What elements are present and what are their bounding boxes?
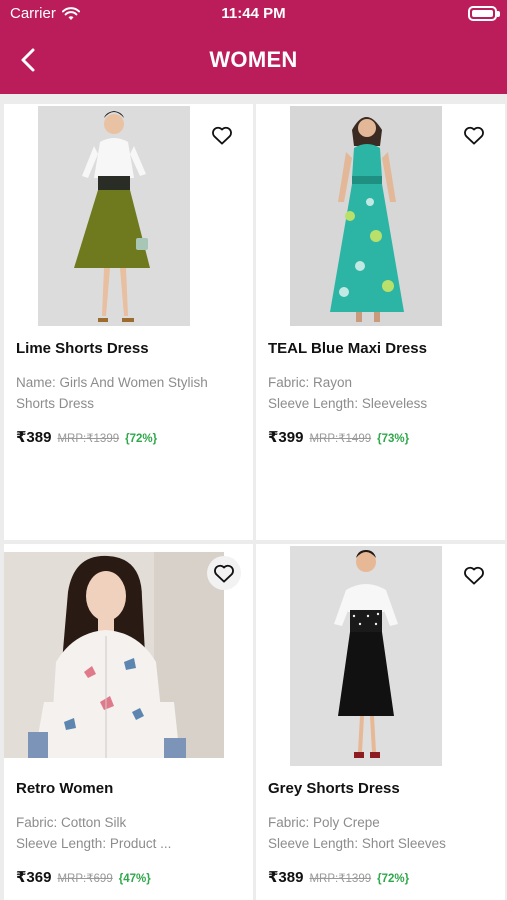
product-card[interactable]: Retro Women Fabric: Cotton Silk Sleeve L…	[4, 544, 253, 900]
product-detail-line: Sleeve Length: Short Sleeves	[268, 836, 446, 851]
heart-outline-icon	[212, 126, 232, 145]
product-name[interactable]: Lime Shorts Dress	[16, 340, 149, 357]
discount-badge: {47%}	[118, 873, 151, 885]
product-details: Fabric: Poly Crepe Sleeve Length: Short …	[268, 812, 500, 854]
product-name[interactable]: Retro Women	[16, 780, 113, 797]
product-card[interactable]: Grey Shorts Dress Fabric: Poly Crepe Sle…	[256, 544, 505, 900]
mrp-price: MRP:₹699	[57, 873, 113, 885]
product-detail-line: Name: Girls And Women Stylish	[16, 375, 208, 390]
mrp-price: MRP:₹1499	[309, 433, 372, 445]
product-image-area	[256, 104, 505, 326]
sale-price: ₹369	[16, 869, 52, 886]
product-details: Fabric: Cotton Silk Sleeve Length: Produ…	[16, 812, 248, 854]
mrp-price: MRP:₹1399	[309, 873, 372, 885]
heart-outline-icon	[464, 566, 484, 585]
battery-icon	[468, 6, 500, 21]
discount-badge: {73%}	[377, 433, 410, 445]
app-screen: Carrier 11:44 PM WOMEN Lime Shorts Dress…	[0, 0, 507, 900]
mrp-price: MRP:₹1399	[57, 433, 120, 445]
nav-bar: WOMEN	[0, 38, 507, 82]
heart-outline-icon	[464, 126, 484, 145]
price-row: ₹369 MRP:₹699 {47%}	[16, 868, 151, 886]
product-detail-line: Sleeve Length: Sleeveless	[268, 396, 428, 411]
product-card[interactable]: Lime Shorts Dress Name: Girls And Women …	[4, 104, 253, 540]
sale-price: ₹399	[268, 429, 304, 446]
product-detail-line: Shorts Dress	[16, 396, 95, 411]
product-detail-line: Fabric: Poly Crepe	[268, 815, 380, 830]
wishlist-button[interactable]	[457, 118, 491, 152]
product-image-area	[256, 544, 505, 766]
page-title: WOMEN	[209, 47, 298, 72]
product-card[interactable]: TEAL Blue Maxi Dress Fabric: Rayon Sleev…	[256, 104, 505, 540]
product-image-area	[4, 104, 253, 326]
heart-outline-icon	[214, 564, 234, 583]
product-image-area	[4, 544, 253, 766]
discount-badge: {72%}	[125, 433, 158, 445]
product-details: Name: Girls And Women Stylish Shorts Dre…	[16, 372, 248, 414]
product-name[interactable]: TEAL Blue Maxi Dress	[268, 340, 427, 357]
product-detail-line: Sleeve Length: Product ...	[16, 836, 172, 851]
sale-price: ₹389	[268, 869, 304, 886]
price-row: ₹399 MRP:₹1499 {73%}	[268, 428, 409, 446]
product-detail-line: Fabric: Cotton Silk	[16, 815, 127, 830]
app-header: Carrier 11:44 PM WOMEN	[0, 0, 507, 94]
product-image[interactable]	[290, 106, 442, 326]
wishlist-button[interactable]	[207, 556, 241, 590]
wishlist-button[interactable]	[205, 118, 239, 152]
product-name[interactable]: Grey Shorts Dress	[268, 780, 400, 797]
product-detail-line: Fabric: Rayon	[268, 375, 353, 390]
price-row: ₹389 MRP:₹1399 {72%}	[16, 428, 157, 446]
price-row: ₹389 MRP:₹1399 {72%}	[268, 868, 409, 886]
product-image[interactable]	[290, 546, 442, 766]
status-bar: Carrier 11:44 PM	[0, 0, 507, 30]
sale-price: ₹389	[16, 429, 52, 446]
discount-badge: {72%}	[377, 873, 410, 885]
wishlist-button[interactable]	[457, 558, 491, 592]
product-details: Fabric: Rayon Sleeve Length: Sleeveless	[268, 372, 500, 414]
product-image[interactable]	[38, 106, 190, 326]
status-time: 11:44 PM	[221, 5, 286, 22]
product-image[interactable]	[4, 552, 224, 758]
